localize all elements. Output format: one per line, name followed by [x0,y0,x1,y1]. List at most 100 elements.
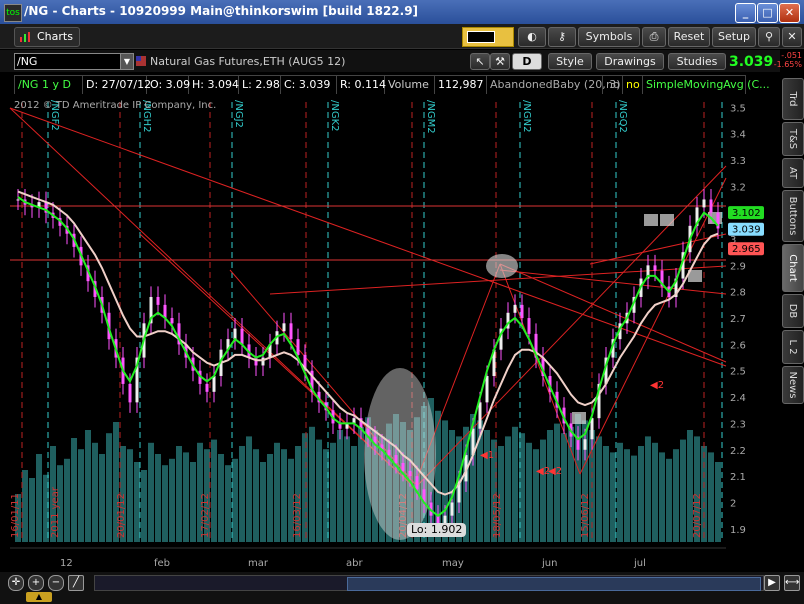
study-sma[interactable]: SimpleMovingAvg (C... [643,76,770,94]
pin-icon[interactable]: ⚲ [758,27,780,47]
price-bar-body [289,323,293,340]
volume-bar [631,455,637,542]
volume-bar [561,433,567,542]
volume-bar [526,442,532,542]
key-icon[interactable]: ⚷ [548,27,576,47]
side-tab-t-s[interactable]: T&S [782,122,804,156]
volume-bar [673,449,679,542]
reset-button[interactable]: Reset [668,27,710,47]
side-tab-l-2[interactable]: L 2 [782,330,804,364]
date-marker-label: 17/02/12 [200,493,211,538]
date-marker-label: 20/07/12 [692,493,703,538]
main-toolbar: Charts ◐ ⚷ Symbols ⎙ Reset Setup ⚲ ✕ [0,24,804,49]
volume-bar [176,446,182,542]
chart-scrollbar[interactable] [94,575,764,591]
volume-bar [533,449,539,542]
scroll-right-icon[interactable]: ▶ [764,575,780,591]
chart-bottom-bar: ✛ + − ╱ ▶ ⟷ ▲ [0,572,804,604]
volume-bar [99,454,105,542]
maximize-button[interactable]: □ [757,3,778,23]
studies-button[interactable]: Studies [668,53,726,70]
volume-bar [358,426,364,542]
date-marker-label: 18/05/12 [492,493,503,538]
price-axis-tick: 1.9 [730,525,746,536]
price-bar-body [233,328,237,340]
wrench-icon[interactable]: ⚒ [490,53,510,70]
style-button[interactable]: Style [548,53,592,70]
volume-bar [169,458,175,542]
volume-bar [645,436,651,542]
study-flag-2: no [623,76,643,94]
price-bar-body [415,476,419,490]
side-tab-db[interactable]: DB [782,294,804,328]
price-bar-body [282,323,286,332]
annotation-label: ◀2 [650,380,664,391]
price-bar-body [394,455,398,463]
expiration-label: /NGQ2 [617,100,628,133]
draw-line-icon[interactable]: ╱ [68,575,84,591]
side-tab-chart[interactable]: Chart [782,244,804,292]
volume-bar [232,458,238,542]
price-bar-body [296,339,300,355]
price-bar-body [408,470,412,477]
side-tab-news[interactable]: News [782,366,804,404]
side-tab-trd[interactable]: Trd [782,78,804,120]
charts-tab[interactable]: Charts [14,27,80,47]
volume-bar [344,436,350,542]
study-abandoned-baby[interactable]: AbandonedBaby (20, 3) [487,76,621,94]
volume-bar [680,439,686,542]
price-bar-body [387,449,391,456]
expand-icon[interactable]: ⟷ [784,575,800,591]
chart-info-row: /NG 1 y D D: 27/07/12 O: 3.09 H: 3.094 L… [14,75,770,95]
side-tab-label: Buttons [787,196,798,236]
price-axis-tick: 2 [730,498,736,509]
link-color-box[interactable] [462,27,514,47]
volume-bar [162,465,168,542]
zoom-out-icon[interactable]: − [48,575,64,591]
setup-button[interactable]: Setup [712,27,756,47]
volume-bar [218,454,224,542]
price-badge: 3.102 [732,208,761,219]
volume-bar [141,470,147,542]
panel-close-icon[interactable]: ✕ [782,27,802,47]
print-icon[interactable]: ⎙ [642,27,666,47]
price-badge: 2.965 [732,244,761,255]
date-value: D: 27/07/12 [83,76,151,94]
month-label: jun [541,558,557,569]
volume-bar [666,458,672,542]
charts-tab-label: Charts [37,30,73,43]
price-axis-tick: 2.1 [730,472,746,483]
scrollbar-thumb[interactable] [347,577,761,591]
net-change: -.051 -1.65% [772,51,802,69]
cursor-icon[interactable]: ↖ [470,53,490,70]
close-button[interactable]: ✕ [779,3,800,23]
drawings-button[interactable]: Drawings [596,53,664,70]
price-bar-body [170,318,174,324]
app-icon: tos [4,4,22,22]
volume-bar [22,470,28,542]
price-axis-tick: 2.3 [730,419,746,430]
price-chart[interactable]: /NGF2/NGH2/NGJ2/NGK2/NGM2/NGN2/NGQ216/01… [0,94,780,572]
volume-bar [638,446,644,542]
volume-bar [554,423,560,542]
aggregation-button[interactable]: D [512,53,542,70]
volume-bar [134,462,140,542]
minimize-button[interactable]: _ [735,3,756,23]
expand-panel-icon[interactable]: ▲ [26,592,52,602]
zoom-in-icon[interactable]: + [28,575,44,591]
date-marker-label: 20/01/12 [116,493,127,538]
symbol-input[interactable]: /NG [14,53,122,70]
date-marker-label: 16/03/12 [292,493,303,538]
side-tab-at[interactable]: AT [782,158,804,188]
symbols-button[interactable]: Symbols [578,27,640,47]
symbol-dropdown-icon[interactable]: ▼ [120,53,134,70]
price-axis-tick: 2.2 [730,446,746,457]
volume-label: Volume [385,76,435,94]
crosshair-icon[interactable]: ✛ [8,575,24,591]
drawing-toggle-button[interactable]: ◐ [518,27,546,47]
price-bar-body [702,199,706,208]
volume-bar [708,452,714,542]
side-tab-label: News [787,371,798,399]
side-tab-buttons[interactable]: Buttons [782,190,804,242]
price-axis-tick: 2.9 [730,261,746,272]
